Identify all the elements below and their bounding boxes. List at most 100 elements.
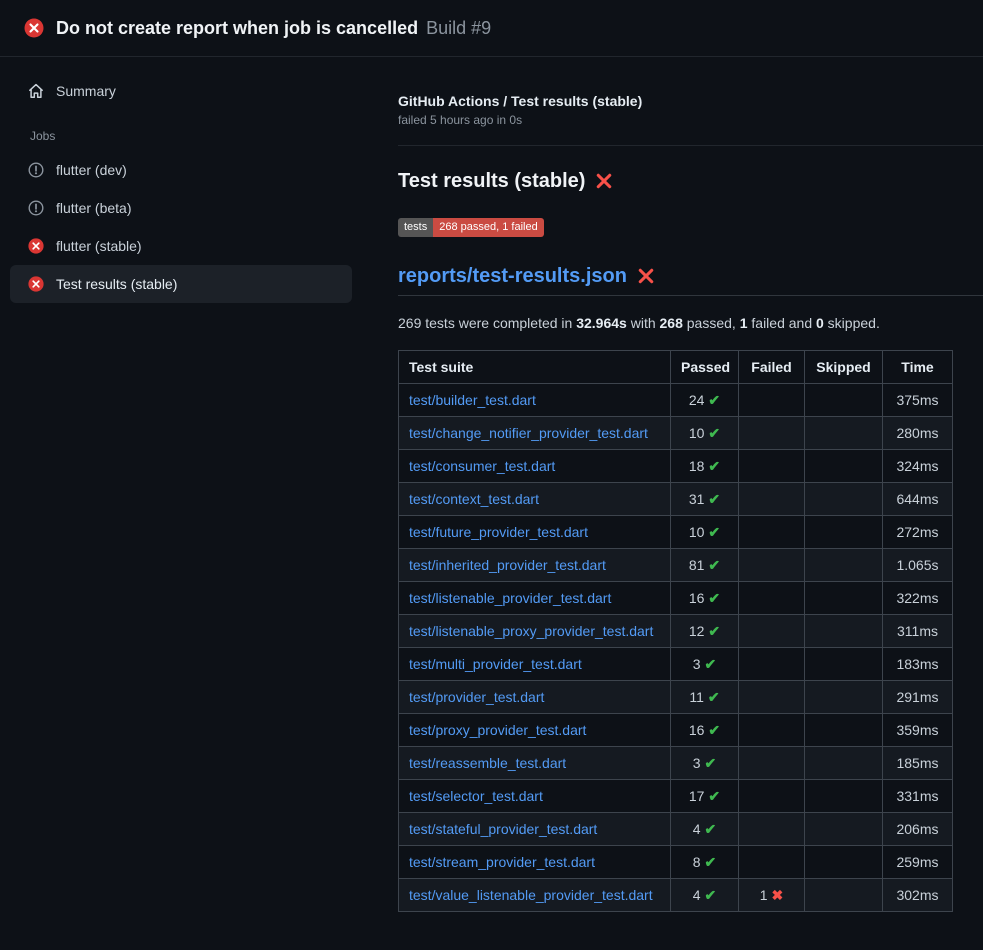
- passed-count: 4: [693, 821, 701, 837]
- sidebar-job-item[interactable]: flutter (dev): [10, 151, 352, 189]
- skipped-count: [805, 450, 883, 483]
- skipped-count: [805, 483, 883, 516]
- skipped-count: [805, 681, 883, 714]
- column-header-4: Time: [883, 351, 953, 384]
- skipped-count: [805, 813, 883, 846]
- column-header-1: Passed: [671, 351, 739, 384]
- tests-status-badge: tests 268 passed, 1 failed: [398, 218, 544, 237]
- time-value: 185ms: [883, 747, 953, 780]
- failed-x-icon: [637, 267, 655, 285]
- test-suite-link[interactable]: test/stateful_provider_test.dart: [409, 821, 597, 837]
- failed-count: 1: [760, 887, 768, 903]
- check-icon: ✔: [705, 854, 717, 870]
- main-panel: GitHub Actions / Test results (stable) f…: [352, 57, 983, 912]
- run-status-line: failed 5 hours ago in 0s: [398, 113, 983, 127]
- skipped-count: [805, 747, 883, 780]
- test-suite-link[interactable]: test/consumer_test.dart: [409, 458, 555, 474]
- cross-icon: ✖: [772, 887, 784, 903]
- passed-count: 24: [689, 392, 705, 408]
- sidebar: Summary Jobs flutter (dev) flutter (beta…: [0, 57, 352, 303]
- test-suite-link[interactable]: test/listenable_proxy_provider_test.dart: [409, 623, 653, 639]
- test-suite-link[interactable]: test/change_notifier_provider_test.dart: [409, 425, 648, 441]
- summary-text: 0: [816, 315, 824, 331]
- test-suite-link[interactable]: test/reassemble_test.dart: [409, 755, 566, 771]
- table-row: test/consumer_test.dart 18✔ 324ms: [399, 450, 953, 483]
- test-suite-link[interactable]: test/stream_provider_test.dart: [409, 854, 595, 870]
- time-value: 359ms: [883, 714, 953, 747]
- table-row: test/change_notifier_provider_test.dart …: [399, 417, 953, 450]
- check-icon: ✔: [705, 821, 717, 837]
- test-suite-link[interactable]: test/selector_test.dart: [409, 788, 543, 804]
- badge-value: 268 passed, 1 failed: [433, 218, 543, 237]
- skipped-count: [805, 648, 883, 681]
- passed-count: 8: [693, 854, 701, 870]
- time-value: 1.065s: [883, 549, 953, 582]
- test-suite-link[interactable]: test/proxy_provider_test.dart: [409, 722, 586, 738]
- time-value: 259ms: [883, 846, 953, 879]
- test-suite-link[interactable]: test/builder_test.dart: [409, 392, 536, 408]
- build-header: Do not create report when job is cancell…: [0, 0, 983, 57]
- jobs-list: flutter (dev) flutter (beta) flutter (st…: [10, 151, 352, 303]
- passed-count: 10: [689, 524, 705, 540]
- test-suite-link[interactable]: test/inherited_provider_test.dart: [409, 557, 606, 573]
- test-suite-link[interactable]: test/provider_test.dart: [409, 689, 544, 705]
- check-icon: ✔: [708, 788, 720, 804]
- passed-count: 3: [693, 656, 701, 672]
- time-value: 302ms: [883, 879, 953, 912]
- badge-label: tests: [398, 218, 433, 237]
- passed-count: 18: [689, 458, 705, 474]
- check-icon: ✔: [708, 491, 720, 507]
- summary-text: 32.964s: [576, 315, 627, 331]
- results-summary: 269 tests were completed in 32.964s with…: [398, 314, 983, 332]
- test-suite-link[interactable]: test/listenable_provider_test.dart: [409, 590, 611, 606]
- table-row: test/selector_test.dart 17✔ 331ms: [399, 780, 953, 813]
- divider: [398, 145, 983, 146]
- check-icon: ✔: [708, 392, 720, 408]
- test-suite-link[interactable]: test/context_test.dart: [409, 491, 539, 507]
- summary-text: 269 tests were completed in: [398, 315, 576, 331]
- sidebar-item-summary[interactable]: Summary: [10, 73, 352, 109]
- test-suite-link[interactable]: test/future_provider_test.dart: [409, 524, 588, 540]
- passed-count: 10: [689, 425, 705, 441]
- time-value: 183ms: [883, 648, 953, 681]
- check-icon: ✔: [708, 623, 720, 639]
- skipped-count: [805, 516, 883, 549]
- time-value: 311ms: [883, 615, 953, 648]
- summary-text: 268: [660, 315, 683, 331]
- time-value: 280ms: [883, 417, 953, 450]
- skipped-count: [805, 417, 883, 450]
- sidebar-summary-label: Summary: [56, 83, 116, 99]
- check-icon: ✔: [708, 590, 720, 606]
- summary-text: with: [627, 315, 660, 331]
- alert-circle-icon: [28, 162, 44, 178]
- table-row: test/multi_provider_test.dart 3✔ 183ms: [399, 648, 953, 681]
- sidebar-job-item[interactable]: Test results (stable): [10, 265, 352, 303]
- test-suite-link[interactable]: test/multi_provider_test.dart: [409, 656, 582, 672]
- passed-count: 81: [689, 557, 705, 573]
- check-icon: ✔: [705, 656, 717, 672]
- sidebar-job-item[interactable]: flutter (stable): [10, 227, 352, 265]
- summary-text: passed,: [683, 315, 740, 331]
- skipped-count: [805, 384, 883, 417]
- passed-count: 17: [689, 788, 705, 804]
- passed-count: 4: [693, 887, 701, 903]
- skipped-count: [805, 549, 883, 582]
- check-icon: ✔: [705, 887, 717, 903]
- passed-count: 16: [689, 590, 705, 606]
- table-row: test/listenable_proxy_provider_test.dart…: [399, 615, 953, 648]
- test-suite-link[interactable]: test/value_listenable_provider_test.dart: [409, 887, 653, 903]
- sidebar-job-item[interactable]: flutter (beta): [10, 189, 352, 227]
- check-icon: ✔: [708, 458, 720, 474]
- check-icon: ✔: [708, 524, 720, 540]
- alert-circle-icon: [28, 200, 44, 216]
- passed-count: 11: [689, 689, 704, 705]
- report-file-link[interactable]: reports/test-results.json: [398, 263, 627, 289]
- time-value: 322ms: [883, 582, 953, 615]
- check-icon: ✔: [705, 755, 717, 771]
- skipped-count: [805, 780, 883, 813]
- test-results-table: Test suitePassedFailedSkippedTime test/b…: [398, 350, 953, 912]
- table-row: test/stream_provider_test.dart 8✔ 259ms: [399, 846, 953, 879]
- time-value: 324ms: [883, 450, 953, 483]
- time-value: 206ms: [883, 813, 953, 846]
- section-title-text: Test results (stable): [398, 168, 585, 194]
